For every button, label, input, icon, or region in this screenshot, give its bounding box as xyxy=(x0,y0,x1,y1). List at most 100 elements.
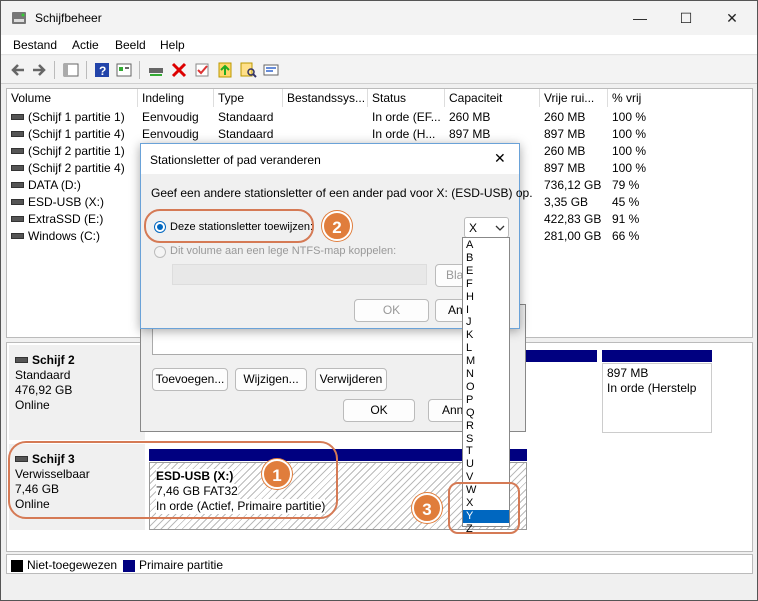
drive-letter-option[interactable]: K xyxy=(463,329,509,342)
radio-folder[interactable] xyxy=(154,246,166,258)
drive-letter-option[interactable]: L xyxy=(463,342,509,355)
remove-button[interactable]: Verwijderen xyxy=(315,368,387,391)
column-volume[interactable]: Volume xyxy=(7,89,138,107)
legend-primary: Primaire partitie xyxy=(123,558,223,572)
maximize-button[interactable]: ☐ xyxy=(663,1,709,35)
drive-letter-option[interactable]: P xyxy=(463,394,509,407)
window-title: Schijfbeheer xyxy=(35,11,102,25)
drive-letter-option[interactable]: F xyxy=(463,278,509,291)
disk-2-label[interactable]: Schijf 2 Standaard 476,92 GB Online xyxy=(9,345,145,440)
dialog-close-icon[interactable]: ✕ xyxy=(494,150,506,167)
table-cell-text: 422,83 GB xyxy=(544,212,602,226)
check-icon[interactable] xyxy=(193,61,211,79)
delete-icon[interactable] xyxy=(170,61,188,79)
menu-actie[interactable]: Actie xyxy=(72,38,99,52)
volume-icon xyxy=(11,232,24,239)
table-cell-text: Windows (C:) xyxy=(28,229,101,243)
menu-bar: Bestand Actie Beeld Help xyxy=(1,35,757,55)
drive-letter-option[interactable]: E xyxy=(463,265,509,278)
column-capaciteit[interactable]: Capaciteit xyxy=(445,89,540,107)
table-cell-text: In orde (EF... xyxy=(372,110,441,124)
drive-letter-option[interactable]: R xyxy=(463,420,509,433)
change-button[interactable]: Wijzigen... xyxy=(235,368,307,391)
forward-icon[interactable] xyxy=(30,61,48,79)
table-cell: 100 % xyxy=(612,160,752,177)
console-icon[interactable] xyxy=(62,61,80,79)
table-cell-text: 3,35 GB xyxy=(544,195,589,209)
table-cell-text: ExtraSSD (E:) xyxy=(28,212,104,226)
disk-2-recovery-partition[interactable]: 897 MB In orde (Herstelp xyxy=(602,363,712,433)
help-icon[interactable]: ? xyxy=(93,61,111,79)
volume-icon xyxy=(11,198,24,205)
table-cell-text: Standaard xyxy=(218,110,274,124)
volume-icon xyxy=(11,215,24,222)
dropdown-selected-value: X xyxy=(469,221,478,235)
table-cell-text: 281,00 GB xyxy=(544,229,602,243)
table-row[interactable]: (Schijf 1 partitie 1) Eenvoudig Standaard I… xyxy=(7,109,752,126)
dialog-titlebar: Stationsletter of pad veranderen ✕ xyxy=(141,144,519,174)
drive-letter-option[interactable]: H xyxy=(463,291,509,304)
table-cell: 260 MB xyxy=(544,143,608,160)
table-cell: 897 MB xyxy=(544,160,608,177)
dialog-ok-button[interactable]: OK xyxy=(354,299,429,322)
table-cell: Standaard xyxy=(218,109,283,126)
folder-path-input[interactable] xyxy=(172,264,427,285)
column-status[interactable]: Status xyxy=(368,89,445,107)
table-cell-text: 897 MB xyxy=(449,127,491,141)
table-cell-text: 45 % xyxy=(612,195,640,209)
table-cell-text: 260 MB xyxy=(544,110,586,124)
parent-ok-button[interactable]: OK xyxy=(343,399,415,422)
table-cell-text: 736,12 GB xyxy=(544,178,602,192)
drive-letter-option[interactable]: I xyxy=(463,304,509,317)
column-procent-vrij[interactable]: % vrij xyxy=(608,89,752,107)
table-cell-text: DATA (D:) xyxy=(28,178,81,192)
drive-letter-option[interactable]: U xyxy=(463,458,509,471)
disk-2-state: Online xyxy=(15,398,50,412)
drive-letter-option[interactable]: A xyxy=(463,239,509,252)
volume-icon xyxy=(11,147,24,154)
legend: Niet-toegewezen Primaire partitie xyxy=(6,554,753,574)
back-icon[interactable] xyxy=(9,61,27,79)
menu-beeld[interactable]: Beeld xyxy=(115,38,146,52)
connect-icon[interactable] xyxy=(147,61,165,79)
title-bar: Schijfbeheer — ☐ ✕ xyxy=(1,1,757,35)
drive-letter-dropdown[interactable]: X xyxy=(464,217,509,238)
table-cell: In orde (H... xyxy=(372,126,445,143)
drive-letter-option[interactable]: O xyxy=(463,381,509,394)
properties-icon[interactable] xyxy=(115,61,133,79)
disk-2-partition-status: In orde (Herstelp xyxy=(607,381,697,395)
table-cell-text: 100 % xyxy=(612,110,647,124)
format-icon[interactable] xyxy=(262,61,280,79)
drive-letter-option[interactable]: N xyxy=(463,368,509,381)
table-cell-text: 897 MB xyxy=(544,127,586,141)
add-button[interactable]: Toevoegen... xyxy=(152,368,228,391)
drive-letter-option[interactable]: M xyxy=(463,355,509,368)
table-cell: (Schijf 1 partitie 1) xyxy=(11,109,138,126)
dialog-description: Geef een andere stationsletter of een an… xyxy=(151,186,533,200)
dialog-title: Stationsletter of pad veranderen xyxy=(150,153,321,167)
column-bestandssysteem[interactable]: Bestandssys... xyxy=(283,89,368,107)
legend-unallocated-label: Niet-toegewezen xyxy=(27,558,118,572)
drive-letter-option[interactable]: T xyxy=(463,445,509,458)
volume-icon xyxy=(11,130,24,137)
minimize-button[interactable]: — xyxy=(617,1,663,35)
up-icon[interactable] xyxy=(216,61,234,79)
table-cell-text: (Schijf 2 partitie 1) xyxy=(28,144,125,158)
search-icon[interactable] xyxy=(239,61,257,79)
column-vrije-ruimte[interactable]: Vrije rui... xyxy=(540,89,608,107)
table-cell: 260 MB xyxy=(449,109,540,126)
column-indeling[interactable]: Indeling xyxy=(138,89,214,107)
drive-letter-option[interactable]: S xyxy=(463,433,509,446)
table-row[interactable]: (Schijf 1 partitie 4) Eenvoudig Standaard I… xyxy=(7,126,752,143)
column-type[interactable]: Type xyxy=(214,89,283,107)
menu-help[interactable]: Help xyxy=(160,38,185,52)
drive-letter-option[interactable]: J xyxy=(463,316,509,329)
legend-primary-label: Primaire partitie xyxy=(139,558,224,572)
table-cell: (Schijf 2 partitie 4) xyxy=(11,160,138,177)
close-button[interactable]: ✕ xyxy=(709,1,755,35)
menu-bestand[interactable]: Bestand xyxy=(13,38,57,52)
table-cell: 3,35 GB xyxy=(544,194,608,211)
drive-letter-option[interactable]: Q xyxy=(463,407,509,420)
drive-letter-option[interactable]: B xyxy=(463,252,509,265)
table-cell: 260 MB xyxy=(544,109,608,126)
